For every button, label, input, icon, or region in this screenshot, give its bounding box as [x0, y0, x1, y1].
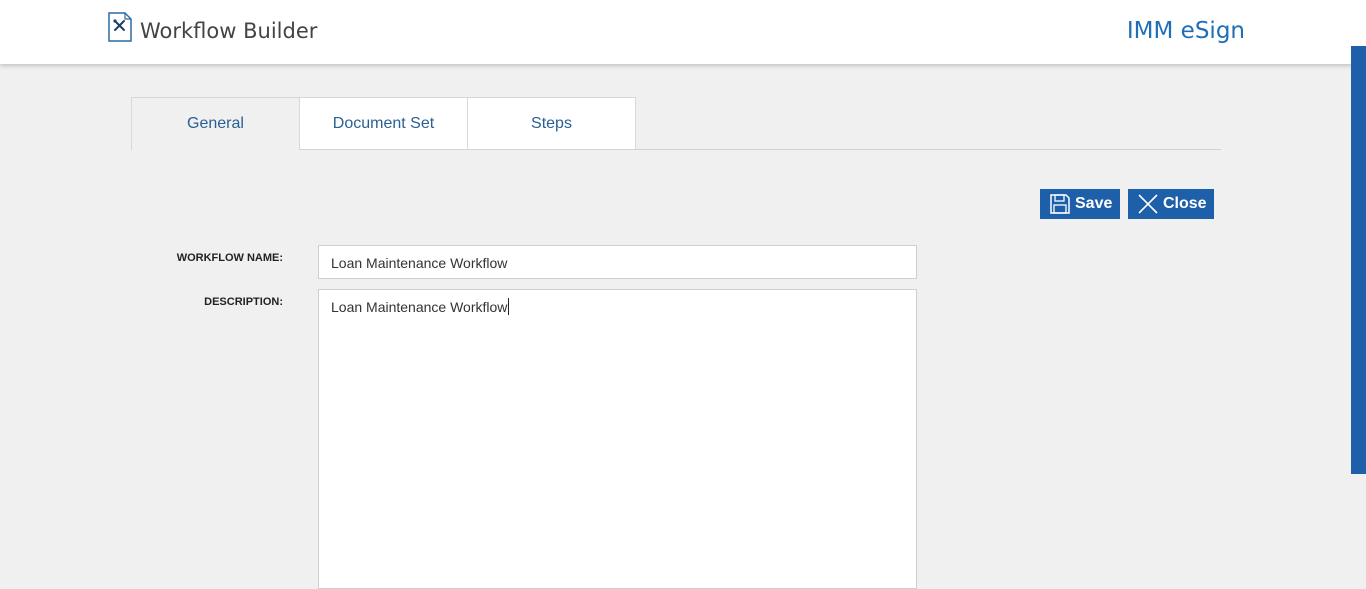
page-title: Workflow Builder	[140, 19, 318, 43]
close-icon	[1137, 193, 1159, 215]
scrollbar[interactable]	[1351, 46, 1366, 474]
save-button[interactable]: Save	[1040, 189, 1120, 219]
tab-general[interactable]: General	[131, 97, 300, 150]
description-value: Loan Maintenance Workflow	[331, 299, 508, 315]
floppy-disk-icon	[1049, 193, 1071, 215]
tab-steps[interactable]: Steps	[467, 97, 636, 149]
workflow-name-input[interactable]: Loan Maintenance Workflow	[318, 245, 917, 279]
close-button[interactable]: Close	[1128, 189, 1214, 219]
document-tools-icon	[108, 12, 132, 42]
close-button-label: Close	[1163, 195, 1207, 212]
tab-document-set[interactable]: Document Set	[299, 97, 468, 149]
description-label: DESCRIPTION:	[204, 296, 283, 308]
save-button-label: Save	[1075, 195, 1113, 212]
app-header: Workflow Builder IMM eSign	[0, 0, 1366, 64]
brand-name[interactable]: IMM eSign	[1127, 18, 1245, 44]
description-textarea[interactable]: Loan Maintenance Workflow	[318, 289, 917, 589]
workflow-name-label: WORKFLOW NAME:	[176, 252, 283, 264]
text-caret	[508, 298, 510, 315]
workflow-name-value: Loan Maintenance Workflow	[331, 255, 508, 271]
tab-bar: General Document Set Steps	[131, 97, 1221, 150]
